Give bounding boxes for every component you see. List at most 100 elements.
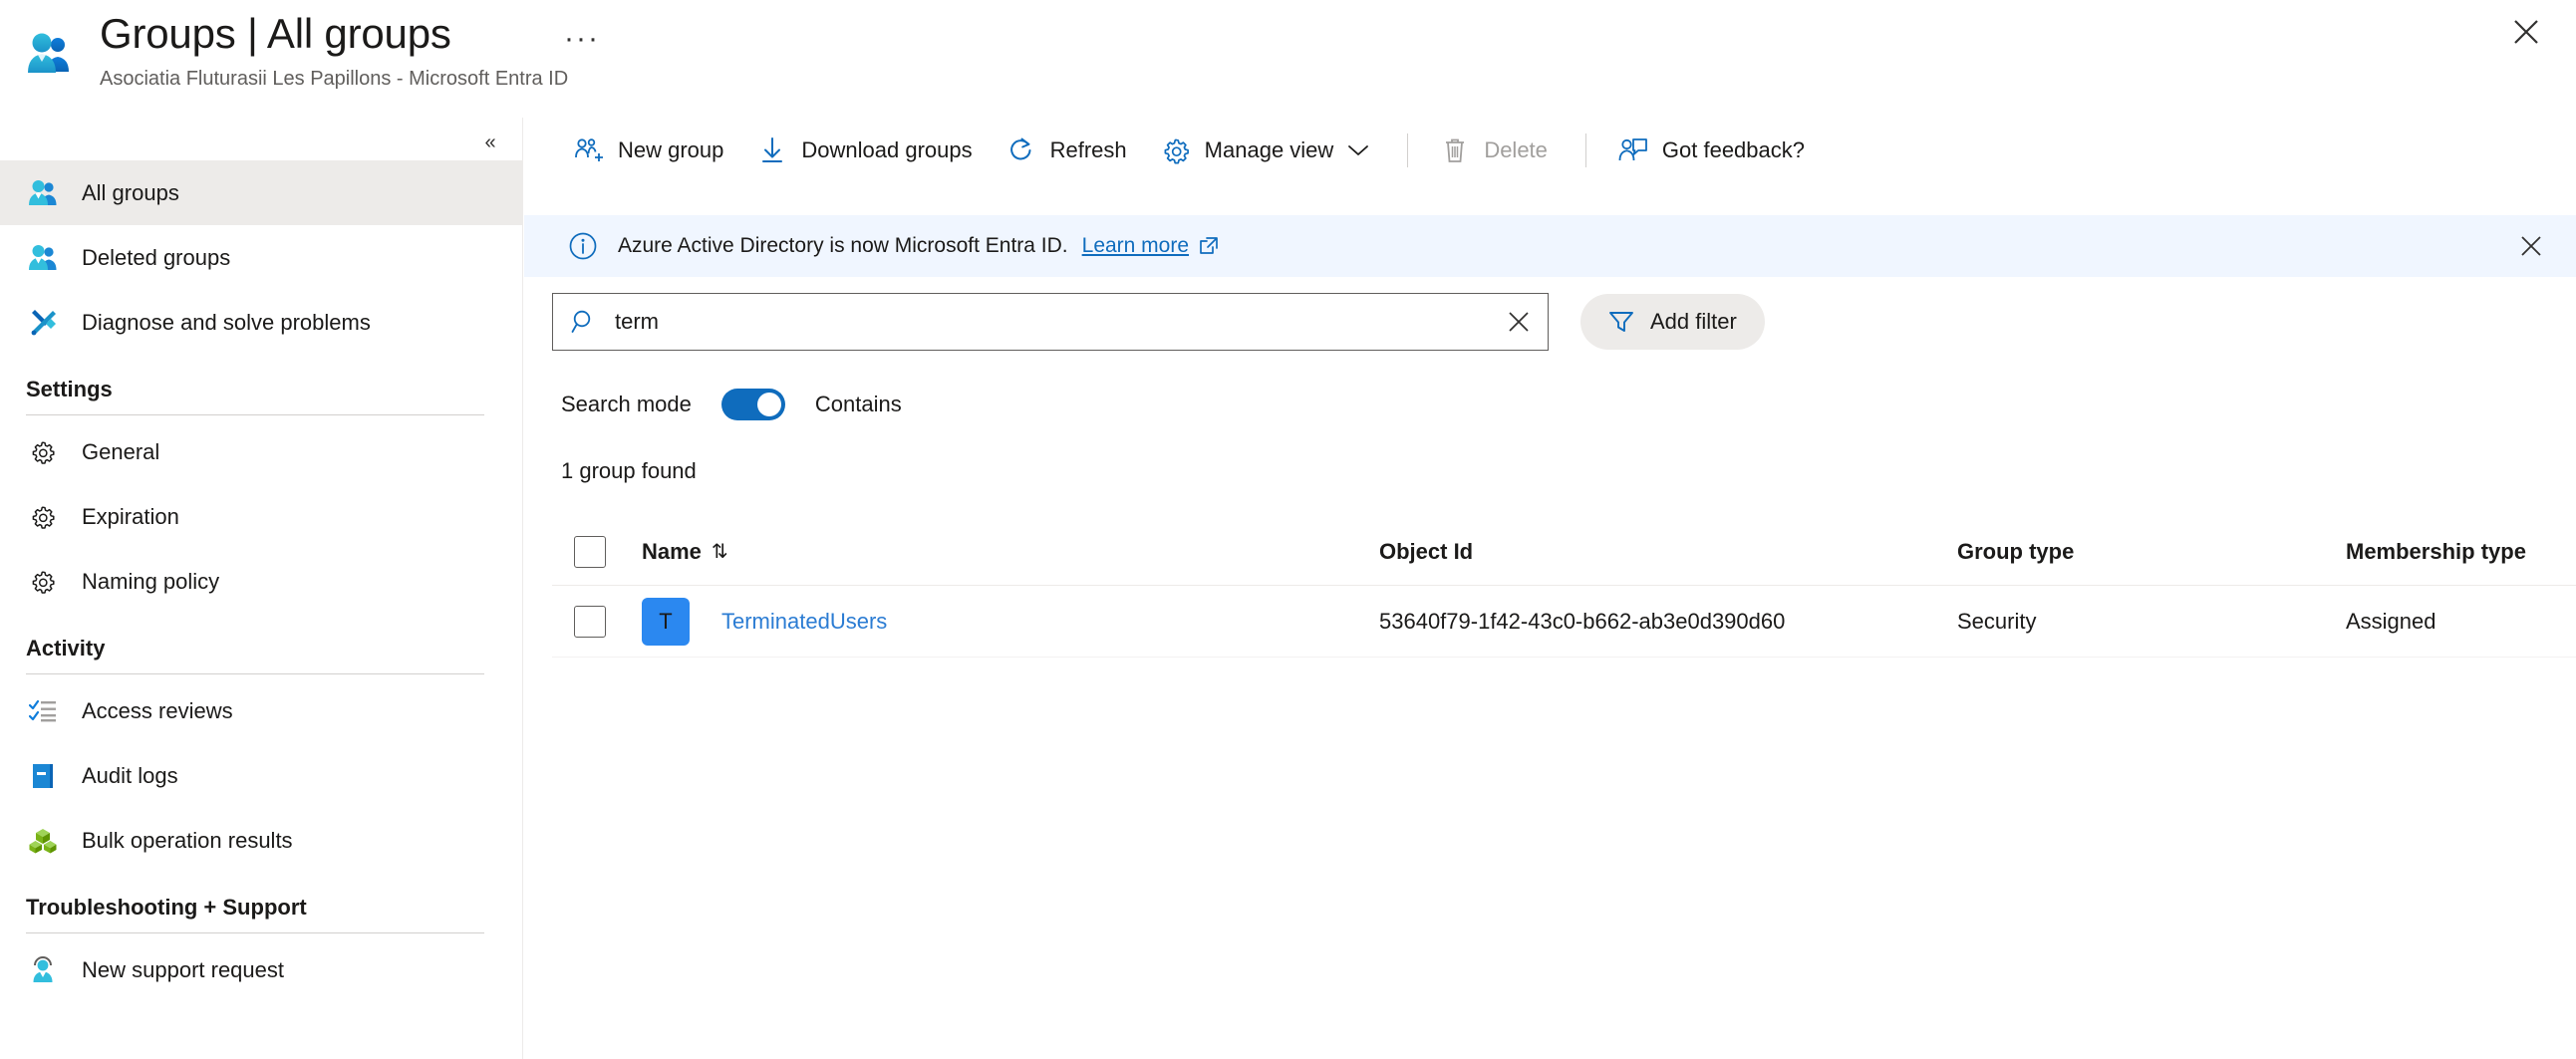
more-options-button[interactable]: ··· <box>564 24 600 54</box>
sidebar-item-label: General <box>82 438 160 464</box>
gear-icon <box>1161 135 1191 165</box>
learn-more-link[interactable]: Learn more <box>1082 234 1189 258</box>
sidebar-group-title: Settings <box>26 377 113 401</box>
command-bar: New group Download groups Refresh Manage… <box>524 118 2576 183</box>
divider <box>26 414 484 415</box>
sidebar-group-activity: Activity Access reviews Audit logs Bulk … <box>0 636 522 873</box>
groups-header-icon <box>25 32 73 76</box>
manage-view-button[interactable]: Manage view <box>1147 127 1384 174</box>
avatar: T <box>642 597 690 646</box>
sidebar-item-label: Expiration <box>82 503 179 529</box>
row-checkbox[interactable] <box>574 605 606 638</box>
close-icon[interactable] <box>2504 10 2548 54</box>
select-all-cell <box>552 535 642 568</box>
info-icon <box>568 231 598 261</box>
divider <box>26 932 484 933</box>
filter-icon <box>1608 310 1634 334</box>
sidebar-item-all-groups[interactable]: All groups <box>0 160 522 225</box>
sidebar-item-deleted-groups[interactable]: Deleted groups <box>0 225 522 290</box>
sidebar-group-settings: Settings General Expiration Naming polic… <box>0 377 522 614</box>
book-icon <box>26 759 60 793</box>
banner-close-icon[interactable] <box>2514 229 2548 263</box>
column-header-group-type: Group type <box>1957 538 2075 564</box>
search-icon <box>571 309 597 335</box>
groups-icon <box>26 241 60 275</box>
sidebar-item-label: New support request <box>82 956 284 982</box>
sidebar: « All groups Deleted groups Diagnose and… <box>0 118 523 1059</box>
column-header-label: Name <box>642 538 702 564</box>
sidebar-item-label: Bulk operation results <box>82 827 293 853</box>
delete-label: Delete <box>1484 137 1548 162</box>
feedback-person-icon <box>1618 135 1648 165</box>
groups-icon <box>26 176 60 210</box>
download-groups-label: Download groups <box>801 137 973 162</box>
manage-view-label: Manage view <box>1204 137 1334 162</box>
chevron-down-icon <box>1347 143 1369 157</box>
sidebar-item-label: Access reviews <box>82 697 233 723</box>
gear-icon <box>26 435 60 469</box>
search-mode-toggle[interactable] <box>720 389 785 420</box>
column-header-name[interactable]: Name ⇅ <box>642 539 1379 565</box>
sidebar-item-naming-policy[interactable]: Naming policy <box>0 549 522 614</box>
new-group-label: New group <box>618 137 724 162</box>
download-icon <box>757 135 787 165</box>
row-name-cell: T TerminatedUsers <box>642 597 1379 646</box>
row-select-cell <box>552 605 642 638</box>
page-header: Groups | All groups ··· Asociatia Flutur… <box>0 0 2576 118</box>
download-groups-button[interactable]: Download groups <box>743 127 986 174</box>
search-input[interactable] <box>615 294 1496 350</box>
got-feedback-label: Got feedback? <box>1661 137 1806 162</box>
sidebar-item-audit-logs[interactable]: Audit logs <box>0 743 522 808</box>
sidebar-item-new-support-request[interactable]: New support request <box>0 937 522 1002</box>
divider <box>1407 133 1409 167</box>
sidebar-item-general[interactable]: General <box>0 419 522 484</box>
search-mode-value: Contains <box>814 392 902 416</box>
row-group-type: Security <box>1957 608 2037 634</box>
add-group-icon <box>574 135 604 165</box>
trash-icon <box>1440 135 1470 165</box>
column-header-membership-type: Membership type <box>2346 538 2526 564</box>
sidebar-group-title: Activity <box>26 636 106 661</box>
add-filter-label: Add filter <box>1650 309 1737 334</box>
refresh-button[interactable]: Refresh <box>993 127 1141 174</box>
collapse-sidebar-button[interactable]: « <box>474 128 506 157</box>
table-row[interactable]: T TerminatedUsers 53640f79-1f42-43c0-b66… <box>552 586 2576 658</box>
group-name-link[interactable]: TerminatedUsers <box>721 609 887 635</box>
page-title-separator: | <box>247 10 258 57</box>
sidebar-nav: All groups Deleted groups Diagnose and s… <box>0 160 522 1002</box>
new-group-button[interactable]: New group <box>560 127 737 174</box>
sidebar-item-label: Naming policy <box>82 568 220 594</box>
add-filter-button[interactable]: Add filter <box>1580 294 1765 350</box>
sidebar-item-diagnose-and-solve-problems[interactable]: Diagnose and solve problems <box>0 290 522 355</box>
sidebar-item-expiration[interactable]: Expiration <box>0 484 522 549</box>
person-support-icon <box>26 953 60 987</box>
banner-text: Azure Active Directory is now Microsoft … <box>618 234 1068 257</box>
search-mode-label: Search mode <box>561 392 692 416</box>
divider <box>1584 133 1586 167</box>
refresh-label: Refresh <box>1049 137 1127 162</box>
sidebar-group-troubleshooting-support: Troubleshooting + Support New support re… <box>0 895 522 1002</box>
select-all-checkbox[interactable] <box>574 535 606 568</box>
search-box[interactable] <box>552 293 1549 351</box>
sidebar-item-access-reviews[interactable]: Access reviews <box>0 678 522 743</box>
sidebar-item-label: Audit logs <box>82 762 178 788</box>
divider <box>26 673 484 674</box>
table-header-row: Name ⇅ Object Id Group type Membership t… <box>552 518 2576 586</box>
sidebar-group-title: Troubleshooting + Support <box>26 895 307 920</box>
got-feedback-button[interactable]: Got feedback? <box>1604 127 1819 174</box>
sidebar-item-label: Diagnose and solve problems <box>82 309 371 335</box>
checklist-icon <box>26 694 60 728</box>
results-count: 1 group found <box>561 458 697 483</box>
entra-id-info-banner: Azure Active Directory is now Microsoft … <box>524 215 2576 277</box>
sort-icon: ⇅ <box>711 541 728 563</box>
sidebar-item-bulk-operation-results[interactable]: Bulk operation results <box>0 808 522 873</box>
refresh-icon <box>1006 135 1036 165</box>
external-link-icon[interactable] <box>1199 236 1219 256</box>
page-title-sub: All groups <box>266 10 451 57</box>
delete-button[interactable]: Delete <box>1426 127 1562 174</box>
gear-icon <box>26 500 60 534</box>
groups-all-groups-page: Groups | All groups ··· Asociatia Flutur… <box>0 0 2576 1059</box>
cubes-icon <box>26 824 60 858</box>
clear-search-icon[interactable] <box>1496 299 1542 345</box>
row-membership-type: Assigned <box>2346 608 2436 634</box>
